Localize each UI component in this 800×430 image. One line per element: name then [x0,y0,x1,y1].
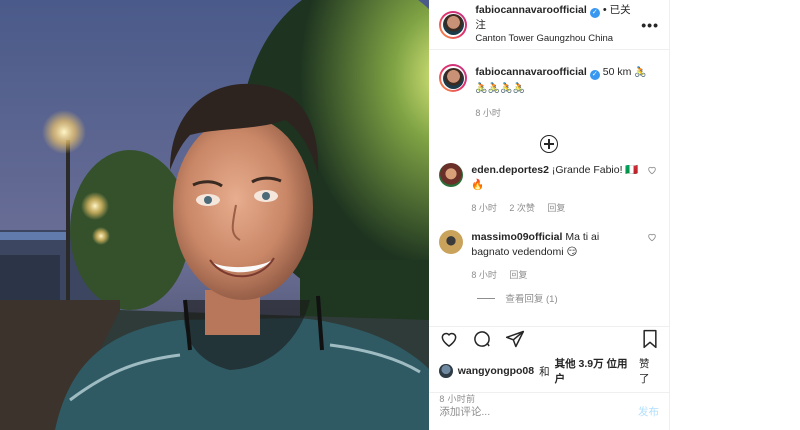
heart-icon[interactable] [647,230,659,283]
caption-text: 50 km [602,66,632,78]
action-bar [429,328,669,352]
comment-likes[interactable]: 2 次赞 [509,203,535,213]
post-side-panel: fabiocannavaroofficial ✓ • 已关注 Canton Tower… [429,0,669,430]
separator-dot: • [602,4,607,16]
add-circle-icon[interactable] [540,135,559,153]
comment-item: massimo09official Ma ti ai bagnato veden… [429,230,669,283]
caption-avatar[interactable] [439,64,468,92]
comment-username[interactable]: massimo09official [471,231,562,243]
share-icon[interactable] [505,329,525,352]
post-header: fabiocannavaroofficial ✓ • 已关注 Canton Tower… [429,0,669,50]
comment-time: 8 小时 [471,203,497,213]
view-replies-label: 查看回复 (1) [505,294,558,305]
caption-bike-emoji: 🚴 [634,67,647,78]
comment-avatar[interactable] [439,230,464,254]
more-options-icon[interactable]: ••• [641,17,659,33]
likes-others-link[interactable]: 其他 3.9万 位用户 [555,356,634,386]
post-comment-button[interactable]: 发布 [638,404,659,419]
post-photo[interactable] [0,0,430,430]
comment-item: eden.deportes2 ¡Grande Fabio! 🇮🇹 🔥 8 小时 … [429,163,669,216]
likes-and: 和 [539,365,550,378]
comment-icon[interactable] [472,329,492,352]
liker-avatar[interactable] [439,364,453,378]
author-avatar[interactable] [439,10,468,39]
selfie-image [0,0,430,430]
likes-liked: 赞了 [639,358,650,385]
caption-bike-emojis: 🚴🚴🚴🚴 [475,83,526,94]
caption-username[interactable]: fabiocannavaroofficial [475,66,586,78]
replies-divider [477,297,496,299]
comment-input[interactable]: 添加评论... [439,404,638,419]
add-comment-bar: 添加评论... 发布 [429,392,669,430]
actions-section: wangyongpo08 和 其他 3.9万 位用户 赞了 8 小时前 添加评论… [429,326,669,430]
comment-avatar[interactable] [439,163,464,187]
bookmark-icon[interactable] [641,329,659,352]
heart-icon[interactable] [439,329,459,352]
caption: fabiocannavaroofficial ✓ 50 km 🚴 🚴🚴🚴🚴 8 小… [429,50,669,121]
caption-time: 8 小时 [475,108,501,118]
comment-reply-button[interactable]: 回复 [509,270,527,280]
post-container: fabiocannavaroofficial ✓ • 已关注 Canton Tower… [0,0,670,430]
author-username[interactable]: fabiocannavaroofficial [475,4,586,16]
comment-text: ¡Grande Fabio! 🇮🇹 [551,164,639,176]
verified-icon: ✓ [589,70,600,80]
likes-summary: wangyongpo08 和 其他 3.9万 位用户 赞了 [429,356,669,386]
location-link[interactable]: Canton Tower Gaungzhou China [475,32,633,46]
view-replies-button[interactable]: 查看回复 (1) [429,291,669,305]
verified-icon: ✓ [589,8,600,18]
comment-time: 8 小时 [471,270,497,280]
heart-icon[interactable] [647,163,659,216]
comment-username[interactable]: eden.deportes2 [471,164,549,176]
liker-username[interactable]: wangyongpo08 [458,365,534,377]
comment-text-emoji: 🔥 [471,179,485,191]
comment-reply-button[interactable]: 回复 [547,203,565,213]
